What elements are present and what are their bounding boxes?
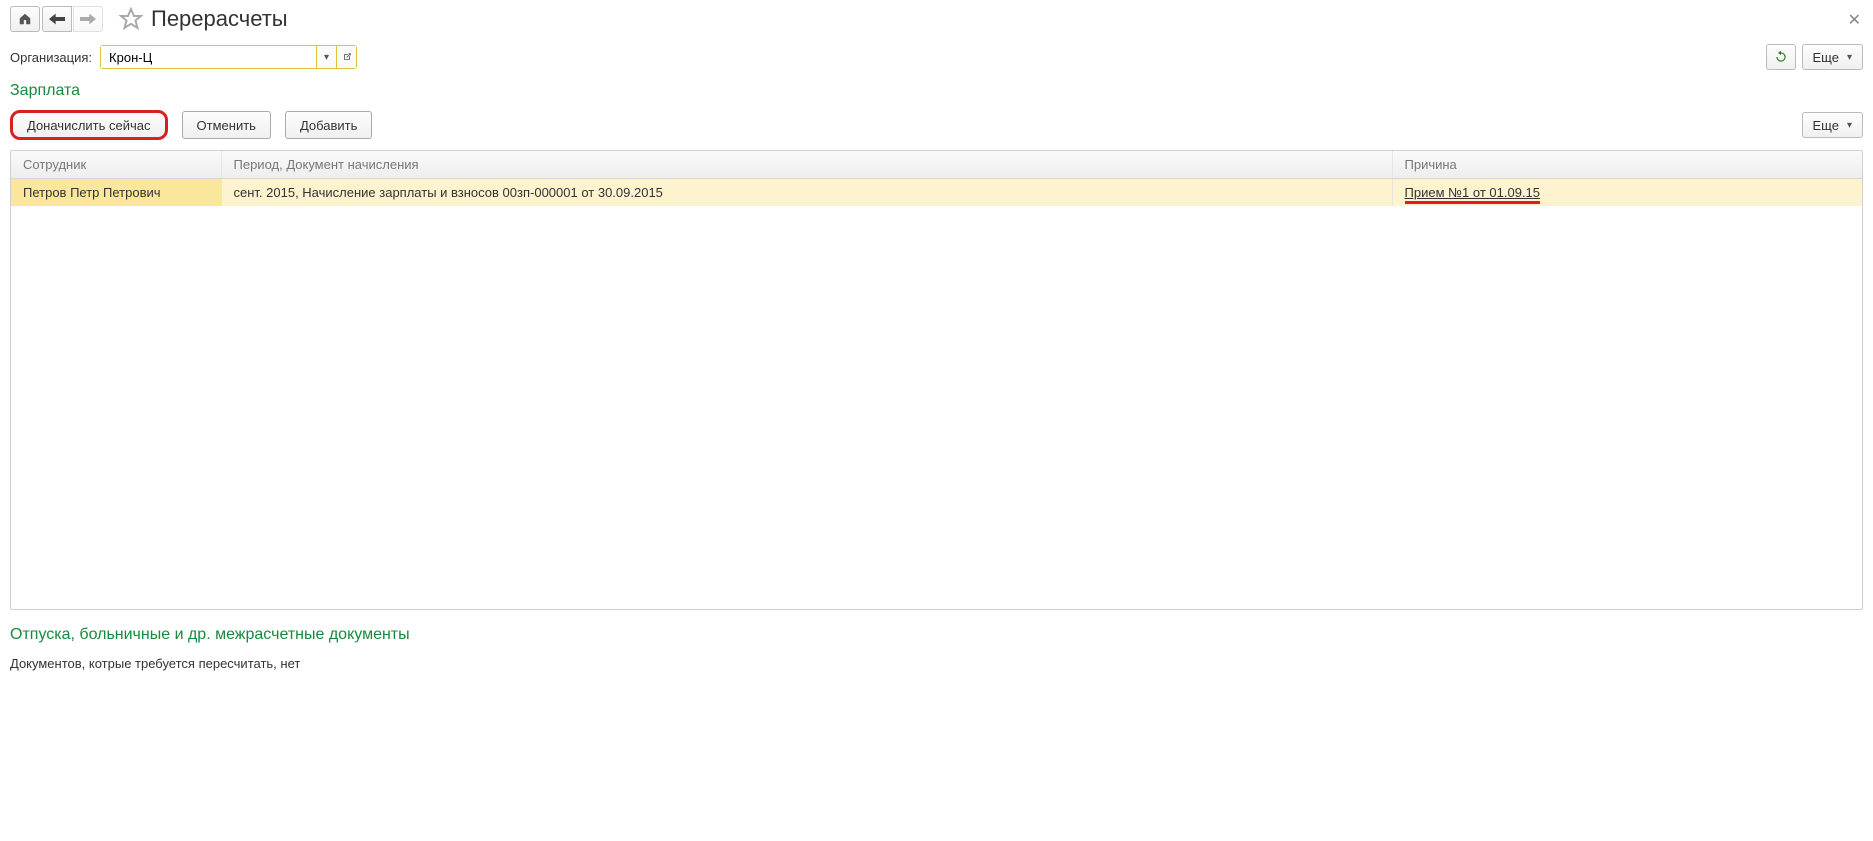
- arrow-left-icon: [49, 13, 65, 25]
- home-icon: [18, 12, 32, 26]
- more-label: Еще: [1813, 50, 1839, 65]
- col-header-reason[interactable]: Причина: [1392, 151, 1862, 179]
- table-header-row: Сотрудник Период, Документ начисления Пр…: [11, 151, 1862, 179]
- cancel-button[interactable]: Отменить: [182, 111, 271, 139]
- section-vacations-title: Отпуска, больничные и др. межрасчетные д…: [10, 624, 1863, 650]
- cell-period: сент. 2015, Начисление зарплаты и взносо…: [221, 179, 1392, 207]
- salary-right-tools: Еще ▾: [1802, 112, 1863, 138]
- refresh-button[interactable]: [1766, 44, 1796, 70]
- back-button[interactable]: [42, 6, 72, 32]
- page-title: Перерасчеты: [151, 6, 288, 32]
- org-open-button[interactable]: [336, 46, 356, 68]
- accrue-now-button[interactable]: Доначислить сейчас: [10, 110, 168, 140]
- section-salary-title: Зарплата: [0, 80, 1873, 106]
- favorite-star-icon[interactable]: [119, 7, 143, 31]
- footer-message: Документов, котрые требуется пересчитать…: [10, 656, 1863, 671]
- more-button-table[interactable]: Еще ▾: [1802, 112, 1863, 138]
- add-button[interactable]: Добавить: [285, 111, 372, 139]
- add-label: Добавить: [300, 118, 357, 133]
- salary-toolbar: Доначислить сейчас Отменить Добавить Еще…: [0, 106, 1873, 150]
- chevron-down-icon: ▾: [1847, 120, 1852, 131]
- org-field: ▾: [100, 45, 357, 69]
- arrow-right-icon: [80, 13, 96, 25]
- home-button[interactable]: [10, 6, 40, 32]
- org-input[interactable]: [101, 46, 316, 68]
- forward-button[interactable]: [73, 6, 103, 32]
- filter-right-tools: Еще ▾: [1766, 44, 1863, 70]
- reason-link[interactable]: Прием №1 от 01.09.15: [1405, 185, 1541, 204]
- cancel-label: Отменить: [197, 118, 256, 133]
- org-label: Организация:: [10, 50, 92, 65]
- chevron-down-icon: ▾: [324, 52, 329, 63]
- salary-table: Сотрудник Период, Документ начисления Пр…: [11, 151, 1862, 206]
- col-header-period[interactable]: Период, Документ начисления: [221, 151, 1392, 179]
- salary-table-wrap: Сотрудник Период, Документ начисления Пр…: [10, 150, 1863, 610]
- open-external-icon: [342, 52, 352, 62]
- col-header-employee[interactable]: Сотрудник: [11, 151, 221, 179]
- footer-block: Отпуска, больничные и др. межрасчетные д…: [0, 610, 1873, 691]
- nav-group: [42, 6, 105, 32]
- close-button[interactable]: ✕: [1848, 10, 1861, 30]
- table-row[interactable]: Петров Петр Петрович сент. 2015, Начисле…: [11, 179, 1862, 207]
- refresh-icon: [1774, 50, 1788, 64]
- cell-employee: Петров Петр Петрович: [11, 179, 221, 207]
- chevron-down-icon: ▾: [1847, 52, 1852, 63]
- more-button-top[interactable]: Еще ▾: [1802, 44, 1863, 70]
- filter-row: Организация: ▾ Еще ▾: [0, 38, 1873, 80]
- org-dropdown-button[interactable]: ▾: [316, 46, 336, 68]
- title-bar: Перерасчеты ✕: [0, 0, 1873, 38]
- more-label: Еще: [1813, 118, 1839, 133]
- accrue-now-label: Доначислить сейчас: [27, 118, 151, 133]
- cell-reason: Прием №1 от 01.09.15: [1392, 179, 1862, 207]
